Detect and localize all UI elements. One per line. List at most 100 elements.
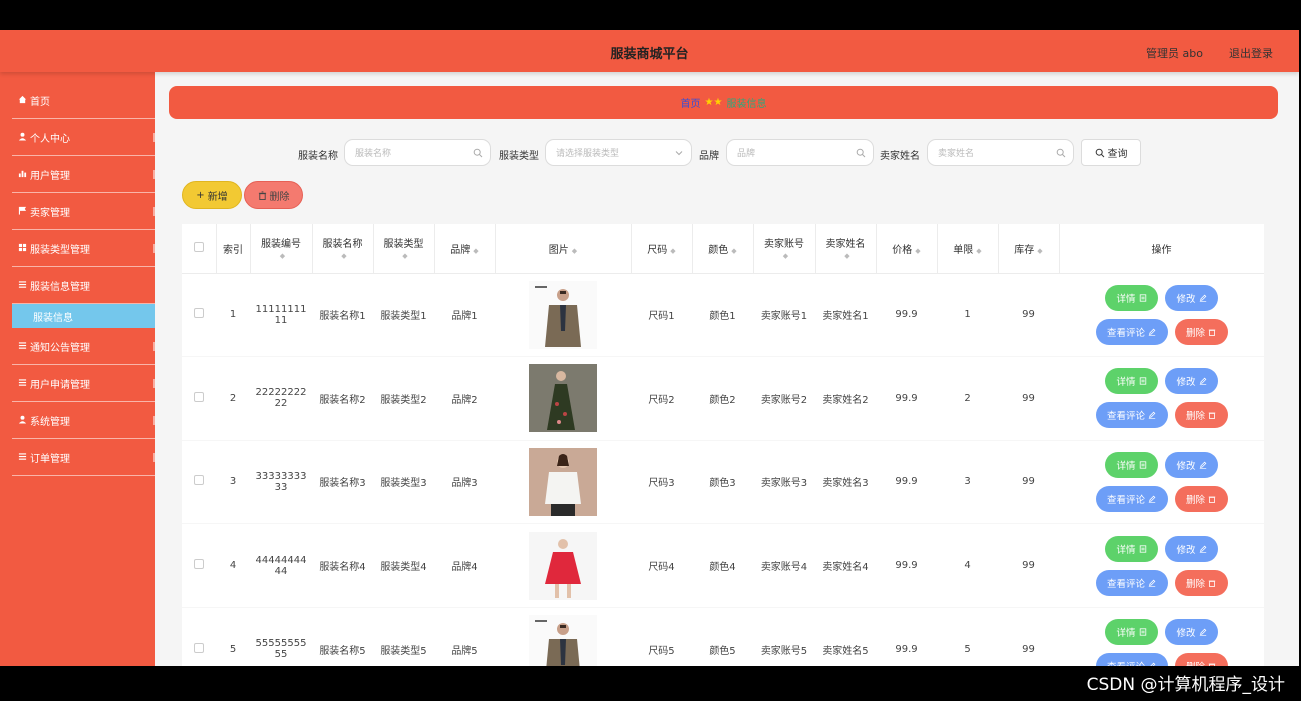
row-checkbox[interactable] xyxy=(194,642,204,653)
sidebar-item-users[interactable]: 用户管理 xyxy=(12,156,155,193)
detail-button[interactable]: 详情 xyxy=(1105,284,1158,311)
logout-link[interactable]: 退出登录 xyxy=(1229,45,1273,61)
sort-icon[interactable]: ◆ xyxy=(402,252,407,260)
seller-name-cell: 卖家姓名2 xyxy=(815,356,876,441)
sort-icon[interactable]: ◆ xyxy=(341,252,346,260)
detail-button[interactable]: 详情 xyxy=(1105,619,1158,646)
edit-icon xyxy=(1199,378,1206,386)
sidebar-item-applications[interactable]: 用户申请管理 xyxy=(12,365,155,402)
edit-button[interactable]: 修改 xyxy=(1165,284,1218,311)
operations-cell: 详情 修改查看评论 删除 xyxy=(1059,607,1264,666)
detail-button[interactable]: 详情 xyxy=(1105,451,1158,478)
button-label: 查看评论 xyxy=(1106,578,1145,590)
select-all-checkbox[interactable] xyxy=(193,241,204,252)
delete-button[interactable]: 删除 xyxy=(1174,653,1228,666)
add-button[interactable]: + 新增 xyxy=(182,181,242,209)
code-line: 55 xyxy=(274,649,288,661)
edit-button[interactable]: 修改 xyxy=(1165,368,1218,395)
seller-account-cell: 卖家账号1 xyxy=(753,273,815,358)
price-cell: 99.9 xyxy=(876,607,937,666)
view-reviews-button[interactable]: 查看评论 xyxy=(1095,569,1168,596)
sort-icon[interactable]: ◆ xyxy=(670,247,675,255)
column-header[interactable]: 图片 ◆ xyxy=(495,224,632,274)
sidebar-item-system[interactable]: 系统管理 xyxy=(12,402,155,439)
trash-icon xyxy=(1208,496,1216,503)
view-reviews-button[interactable]: 查看评论 xyxy=(1095,653,1168,666)
sort-icon[interactable]: ◆ xyxy=(844,252,849,260)
column-header[interactable]: 服装类型 ◆ xyxy=(373,224,435,274)
row-checkbox[interactable] xyxy=(194,475,204,486)
name-search-input[interactable]: 服装名称 xyxy=(344,139,491,166)
column-header[interactable]: 单限 ◆ xyxy=(937,224,999,274)
app-title: 服装商城平台 xyxy=(610,47,689,62)
row-checkbox[interactable] xyxy=(194,308,204,319)
view-reviews-button[interactable]: 查看评论 xyxy=(1095,318,1168,345)
delete-button[interactable]: 删除 xyxy=(1174,569,1228,596)
view-reviews-button[interactable]: 查看评论 xyxy=(1095,485,1168,512)
search-form: 服装名称 服装名称 服装类型 请选择服装类型 品牌 品牌 卖家姓名 卖家姓名 查… xyxy=(155,139,1299,167)
brand-cell: 品牌1 xyxy=(434,273,495,358)
sort-icon[interactable]: ◆ xyxy=(473,247,478,255)
column-header[interactable]: 服装编号 ◆ xyxy=(250,224,313,274)
column-header[interactable]: 卖家账号 ◆ xyxy=(753,224,816,274)
brand-search-input[interactable]: 品牌 xyxy=(726,139,874,166)
sort-icon[interactable]: ◆ xyxy=(280,252,285,260)
code-line: 33 xyxy=(274,481,288,493)
edit-button[interactable]: 修改 xyxy=(1165,619,1218,646)
query-button[interactable]: 查询 xyxy=(1081,139,1141,166)
button-label: 查看评论 xyxy=(1106,494,1145,506)
edit-button[interactable]: 修改 xyxy=(1165,451,1218,478)
view-reviews-button[interactable]: 查看评论 xyxy=(1095,402,1168,429)
column-header[interactable]: 库存 ◆ xyxy=(998,224,1060,274)
edit-icon xyxy=(1199,628,1206,636)
header-label: 服装名称 xyxy=(322,239,363,251)
sort-icon[interactable]: ◆ xyxy=(783,252,788,260)
detail-button[interactable]: 详情 xyxy=(1105,535,1158,562)
sort-icon[interactable]: ◆ xyxy=(572,247,577,255)
code-line: 11 xyxy=(274,314,288,326)
sidebar-item-orders[interactable]: 订单管理 xyxy=(12,439,155,476)
batch-delete-button[interactable]: 删除 xyxy=(244,181,303,209)
delete-button[interactable]: 删除 xyxy=(1174,318,1228,345)
sidebar-item-profile[interactable]: 个人中心 xyxy=(12,119,155,156)
sidebar-item-clothing-info[interactable]: 服装信息管理 xyxy=(12,267,155,304)
column-header[interactable]: 颜色 ◆ xyxy=(692,224,754,274)
sidebar-subitem-clothing-info[interactable]: 服装信息 xyxy=(12,304,155,328)
type-select[interactable]: 请选择服装类型 xyxy=(545,139,692,166)
button-label: 详情 xyxy=(1116,293,1136,305)
delete-button[interactable]: 删除 xyxy=(1174,485,1228,512)
type-cell: 服装类型4 xyxy=(373,523,434,608)
index-cell: 3 xyxy=(216,440,250,525)
sidebar-item-label: 用户申请管理 xyxy=(30,379,90,391)
sidebar-item-home[interactable]: 首页 xyxy=(12,82,155,119)
row-checkbox[interactable] xyxy=(194,391,204,402)
sort-icon[interactable]: ◆ xyxy=(976,247,981,255)
sort-icon[interactable]: ◆ xyxy=(1037,247,1042,255)
sort-icon[interactable]: ◆ xyxy=(915,247,920,255)
product-image xyxy=(529,447,597,516)
sidebar-item-sellers[interactable]: 卖家管理 xyxy=(12,193,155,230)
sidebar: 首页 个人中心 用户管理 卖家管理 服装类型管理 服装信息管理 服装信息 通知公… xyxy=(0,72,155,666)
breadcrumb-home[interactable]: 首页 xyxy=(681,95,701,110)
sidebar-item-notices[interactable]: 通知公告管理 xyxy=(12,328,155,365)
delete-button[interactable]: 删除 xyxy=(1174,402,1228,429)
sidebar-item-label: 服装信息管理 xyxy=(30,281,90,293)
search-icon xyxy=(1056,148,1066,158)
column-header[interactable]: 价格 ◆ xyxy=(876,224,938,274)
button-label: 查看评论 xyxy=(1106,411,1145,423)
row-checkbox[interactable] xyxy=(194,559,204,570)
home-icon xyxy=(18,95,27,104)
row-actions-top: 详情 修改 xyxy=(1105,451,1218,478)
edit-button[interactable]: 修改 xyxy=(1165,535,1218,562)
seller-search-input[interactable]: 卖家姓名 xyxy=(927,139,1074,166)
sidebar-item-clothing-types[interactable]: 服装类型管理 xyxy=(12,230,155,267)
sort-icon[interactable]: ◆ xyxy=(731,247,736,255)
column-header[interactable]: 卖家姓名 ◆ xyxy=(815,224,877,274)
select-cell xyxy=(182,523,216,608)
column-header[interactable]: 服装名称 ◆ xyxy=(312,224,374,274)
header-label: 颜色 xyxy=(708,244,729,256)
column-header[interactable]: 品牌 ◆ xyxy=(434,224,496,274)
detail-button[interactable]: 详情 xyxy=(1105,368,1158,395)
row-actions: 详情 修改查看评论 删除 xyxy=(1059,284,1264,345)
column-header[interactable]: 尺码 ◆ xyxy=(631,224,693,274)
